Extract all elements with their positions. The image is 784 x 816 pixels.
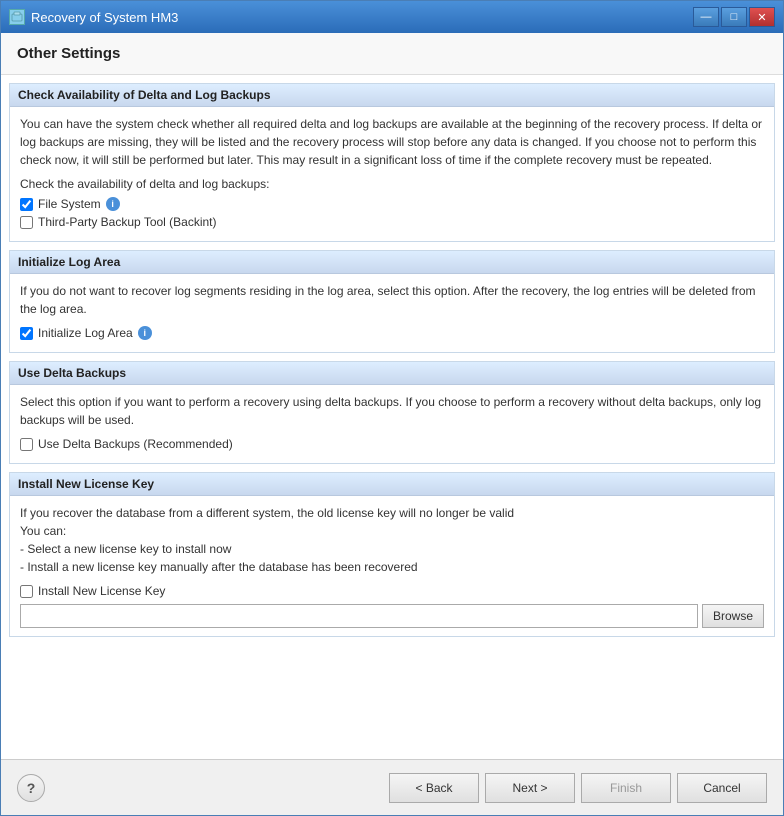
title-controls: — □ ✕ — [693, 7, 775, 27]
init-log-area-checkbox[interactable] — [20, 327, 33, 340]
section-delta-backups-header: Use Delta Backups — [10, 362, 774, 385]
cancel-button[interactable]: Cancel — [677, 773, 767, 803]
file-system-checkbox[interactable] — [20, 198, 33, 211]
title-bar-left: Recovery of System HM3 — [9, 9, 178, 25]
main-content: Check Availability of Delta and Log Back… — [1, 75, 783, 759]
close-button[interactable]: ✕ — [749, 7, 775, 27]
section-delta-log-header: Check Availability of Delta and Log Back… — [10, 84, 774, 107]
window-title: Recovery of System HM3 — [31, 10, 178, 25]
checkbox-init-log-row: Initialize Log Area i — [20, 326, 764, 340]
third-party-label: Third-Party Backup Tool (Backint) — [38, 215, 217, 229]
main-window: Recovery of System HM3 — □ ✕ Other Setti… — [0, 0, 784, 816]
footer: ? < Back Next > Finish Cancel — [1, 759, 783, 815]
section-license-key-desc: If you recover the database from a diffe… — [20, 504, 764, 576]
checkbox-install-license-row: Install New License Key — [20, 584, 764, 598]
maximize-button[interactable]: □ — [721, 7, 747, 27]
section-delta-log-desc: You can have the system check whether al… — [20, 115, 764, 169]
init-log-info-icon[interactable]: i — [138, 326, 152, 340]
next-button[interactable]: Next > — [485, 773, 575, 803]
back-button[interactable]: < Back — [389, 773, 479, 803]
minimize-button[interactable]: — — [693, 7, 719, 27]
section-init-log-header: Initialize Log Area — [10, 251, 774, 274]
window-icon — [9, 9, 25, 25]
section-delta-backups-body: Select this option if you want to perfor… — [10, 385, 774, 463]
file-system-info-icon[interactable]: i — [106, 197, 120, 211]
checkbox-third-party-row: Third-Party Backup Tool (Backint) — [20, 215, 764, 229]
section-license-key-header: Install New License Key — [10, 473, 774, 496]
page-header: Other Settings — [1, 33, 783, 75]
third-party-checkbox[interactable] — [20, 216, 33, 229]
section-delta-log-label: Check the availability of delta and log … — [20, 177, 764, 191]
install-license-checkbox[interactable] — [20, 585, 33, 598]
section-delta-backups: Use Delta Backups Select this option if … — [9, 361, 775, 464]
section-init-log-body: If you do not want to recover log segmen… — [10, 274, 774, 352]
section-delta-backups-desc: Select this option if you want to perfor… — [20, 393, 764, 429]
install-license-label: Install New License Key — [38, 584, 165, 598]
section-license-key-body: If you recover the database from a diffe… — [10, 496, 774, 636]
use-delta-label: Use Delta Backups (Recommended) — [38, 437, 233, 451]
scroll-area[interactable]: Check Availability of Delta and Log Back… — [1, 75, 783, 759]
license-input-row: Browse — [20, 604, 764, 628]
section-delta-log: Check Availability of Delta and Log Back… — [9, 83, 775, 242]
file-system-label: File System — [38, 197, 101, 211]
browse-button[interactable]: Browse — [702, 604, 764, 628]
section-init-log-desc: If you do not want to recover log segmen… — [20, 282, 764, 318]
help-button[interactable]: ? — [17, 774, 45, 802]
page-title: Other Settings — [17, 45, 767, 62]
init-log-area-label: Initialize Log Area — [38, 326, 133, 340]
footer-left: ? — [17, 774, 45, 802]
use-delta-checkbox[interactable] — [20, 438, 33, 451]
section-delta-log-body: You can have the system check whether al… — [10, 107, 774, 241]
checkbox-file-system-row: File System i — [20, 197, 764, 211]
title-bar: Recovery of System HM3 — □ ✕ — [1, 1, 783, 33]
section-license-key: Install New License Key If you recover t… — [9, 472, 775, 637]
finish-button[interactable]: Finish — [581, 773, 671, 803]
section-init-log: Initialize Log Area If you do not want t… — [9, 250, 775, 353]
license-key-input[interactable] — [20, 604, 698, 628]
footer-right: < Back Next > Finish Cancel — [389, 773, 767, 803]
checkbox-use-delta-row: Use Delta Backups (Recommended) — [20, 437, 764, 451]
